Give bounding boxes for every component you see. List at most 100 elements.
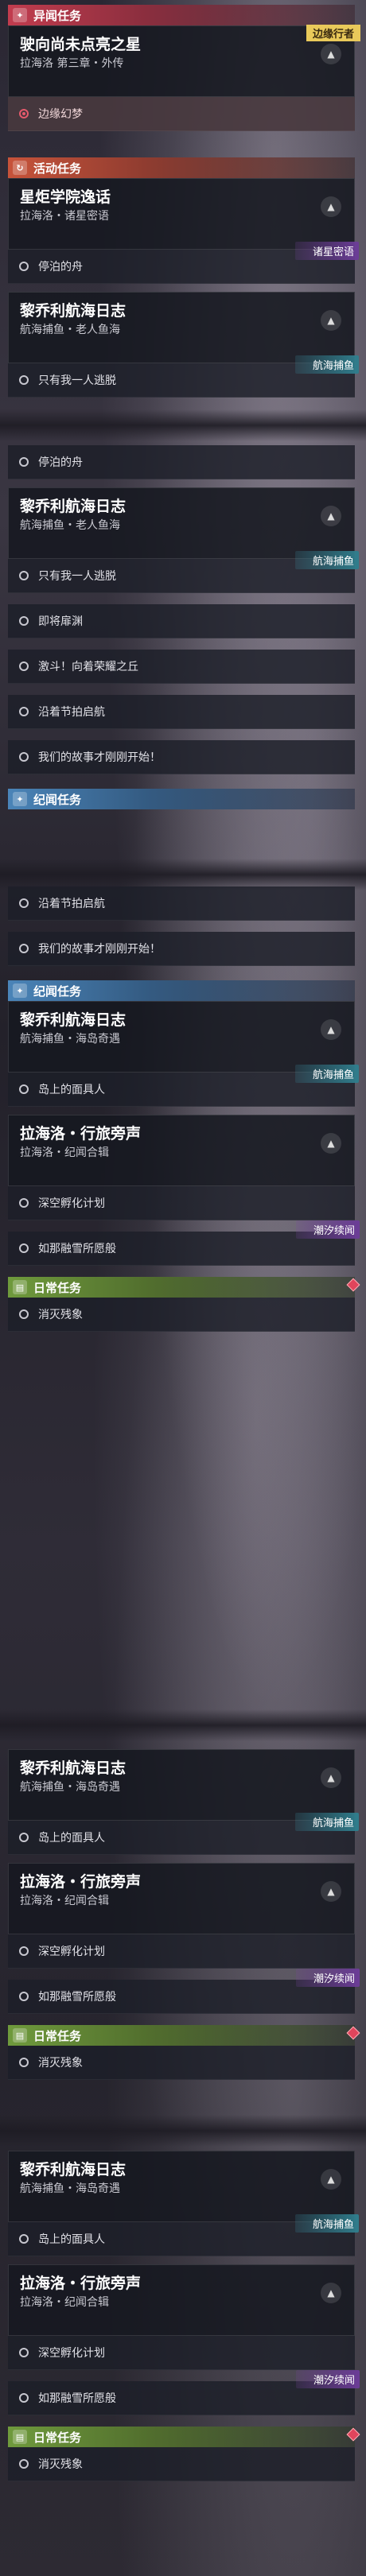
quest-card-liqiao2[interactable]: 黎乔利航海日志 航海捕鱼・海岛奇遇 ▲ 航海捕鱼	[8, 2151, 359, 2233]
quest-tag: 边缘行者	[306, 25, 360, 41]
divider	[0, 1709, 366, 1741]
quest-subtitle: 航海捕鱼・海岛奇遇	[20, 1033, 120, 1046]
radio-icon	[19, 1198, 29, 1208]
chevron-up-icon[interactable]: ▲	[321, 1767, 341, 1788]
quest-item[interactable]: 如那融雪所愿般 潮汐续闻	[8, 1969, 360, 2014]
quest-card-xingju[interactable]: 星炬学院逸话 拉海洛・诸星密语 ▲ 诸星密语	[8, 178, 359, 260]
chevron-up-icon[interactable]: ▲	[321, 2283, 341, 2303]
quest-card-lahai[interactable]: 拉海洛・行旅旁声 拉海洛・纪闻合辑 ▲	[8, 2264, 355, 2336]
section-header-huodong[interactable]: ↻ 活动任务	[8, 157, 355, 178]
quest-item[interactable]: 消灭残象	[8, 1298, 355, 1332]
quest-item[interactable]: 深空孵化计划	[8, 1186, 355, 1220]
quest-item-label: 即将扉渊	[38, 615, 83, 628]
quest-item[interactable]: 深空孵化计划	[8, 2336, 355, 2370]
calendar-icon: ▤	[13, 2430, 27, 2444]
quest-item[interactable]: 沿着节拍启航	[8, 695, 355, 729]
quest-item-label: 只有我一人逃脱	[38, 374, 116, 387]
chevron-up-icon[interactable]: ▲	[321, 1133, 341, 1154]
quest-title: 黎乔利航海日志	[20, 302, 127, 320]
chevron-up-icon[interactable]: ▲	[321, 44, 341, 64]
section-title: 日常任务	[33, 1280, 82, 1295]
quest-item-label: 我们的故事才刚刚开始！	[38, 943, 161, 956]
radio-icon	[19, 898, 29, 908]
quest-item[interactable]: 边缘幻梦	[8, 97, 355, 131]
chevron-up-icon[interactable]: ▲	[321, 506, 341, 526]
quest-card-liqiao2[interactable]: 黎乔利航海日志 航海捕鱼・海岛奇遇 ▲ 航海捕鱼	[8, 1749, 359, 1831]
quest-subtitle: 拉海洛・纪闻合辑	[20, 1146, 109, 1159]
quest-card-lahai[interactable]: 拉海洛・行旅旁声 拉海洛・纪闻合辑 ▲	[8, 1863, 355, 1934]
quest-title: 黎乔利航海日志	[20, 2161, 127, 2178]
quest-item-label: 深空孵化计划	[38, 2347, 105, 2360]
quest-item-label: 岛上的面具人	[38, 1832, 105, 1845]
divider	[0, 2115, 366, 2147]
quest-item[interactable]: 如那融雪所愿般 潮汐续闻	[8, 2370, 360, 2415]
radio-icon	[19, 1084, 29, 1094]
quest-item[interactable]: 停泊的舟	[8, 445, 355, 479]
radio-icon	[19, 752, 29, 762]
quest-item[interactable]: 我们的故事才刚刚开始！	[8, 740, 355, 774]
quest-item[interactable]: 消灭残象	[8, 2447, 355, 2481]
chevron-up-icon[interactable]: ▲	[321, 1881, 341, 1902]
quest-item-label: 岛上的面具人	[38, 1084, 105, 1096]
quest-item-label: 沿着节拍启航	[38, 898, 105, 910]
quest-item-label: 边缘幻梦	[38, 108, 83, 121]
quest-type-icon: ✦	[13, 8, 27, 22]
quest-item-label: 深空孵化计划	[38, 1197, 105, 1210]
quest-item-label: 消灭残象	[38, 2057, 83, 2070]
chevron-up-icon[interactable]: ▲	[321, 2169, 341, 2190]
radio-icon	[19, 1833, 29, 1842]
radio-icon	[19, 616, 29, 626]
quest-item-label: 如那融雪所愿般	[38, 1243, 116, 1255]
calendar-icon: ▤	[13, 2028, 27, 2043]
section-title: 纪闻任务	[33, 983, 82, 999]
quest-title: 拉海洛・行旅旁声	[20, 1125, 142, 1143]
quest-card-lahai[interactable]: 拉海洛・行旅旁声 拉海洛・纪闻合辑 ▲	[8, 1115, 355, 1186]
quest-card-liqiao[interactable]: 黎乔利航海日志 航海捕鱼・老人鱼海 ▲ 航海捕鱼	[8, 292, 359, 374]
section-title: 异闻任务	[33, 8, 82, 23]
section-title: 活动任务	[33, 161, 82, 176]
chevron-up-icon[interactable]: ▲	[321, 1019, 341, 1040]
section-header-richang[interactable]: ▤ 日常任务	[8, 2427, 360, 2447]
quest-tag: 航海捕鱼	[294, 2214, 359, 2233]
quest-subtitle: 航海捕鱼・老人鱼海	[20, 519, 120, 532]
quest-card-liqiao2[interactable]: 黎乔利航海日志 航海捕鱼・海岛奇遇 ▲ 航海捕鱼	[8, 1001, 359, 1083]
section-header-yiwen[interactable]: ✦ 异闻任务	[8, 5, 355, 25]
quest-item-label: 消灭残象	[38, 2458, 83, 2471]
section-header-jiwen[interactable]: ✦ 纪闻任务	[8, 789, 355, 809]
quest-item-label: 如那融雪所愿般	[38, 1991, 116, 2004]
section-header-jiwen[interactable]: ✦ 纪闻任务	[8, 980, 355, 1001]
quest-title: 驶向尚未点亮之星	[20, 36, 142, 53]
chevron-up-icon[interactable]: ▲	[321, 310, 341, 331]
section-header-richang[interactable]: ▤ 日常任务	[8, 1277, 360, 1298]
quest-tag: 诸星密语	[294, 242, 359, 260]
quest-item[interactable]: 沿着节拍启航	[8, 886, 355, 921]
quest-item[interactable]: 我们的故事才刚刚开始！	[8, 932, 355, 966]
quest-item[interactable]: 消灭残象	[8, 2046, 355, 2080]
quest-item[interactable]: 即将扉渊	[8, 604, 355, 638]
quest-list-repeat-1: 停泊的舟 黎乔利航海日志 航海捕鱼・老人鱼海 ▲ 航海捕鱼 只有我一人逃脱 即将…	[8, 445, 359, 809]
quest-list-repeat-2: 沿着节拍启航 我们的故事才刚刚开始！ ✦ 纪闻任务 黎乔利航海日志 航海捕鱼・海…	[8, 886, 360, 1332]
quest-item[interactable]: 深空孵化计划	[8, 1934, 355, 1969]
quest-item-label: 停泊的舟	[38, 456, 83, 469]
divider	[0, 409, 366, 441]
radio-icon	[19, 1946, 29, 1956]
divider	[0, 859, 366, 890]
star-icon: ✦	[13, 983, 27, 998]
section-title: 纪闻任务	[33, 792, 82, 807]
quest-subtitle: 航海捕鱼・老人鱼海	[20, 324, 120, 336]
quest-item[interactable]: 激斗！向着荣耀之丘	[8, 650, 355, 684]
radio-icon	[19, 571, 29, 580]
quest-card-liqiao[interactable]: 黎乔利航海日志 航海捕鱼・老人鱼海 ▲ 航海捕鱼	[8, 487, 359, 569]
calendar-icon: ▤	[13, 1280, 27, 1294]
radio-icon	[19, 2459, 29, 2469]
radio-icon	[19, 1309, 29, 1319]
radio-icon	[19, 2393, 29, 2403]
diamond-icon	[346, 1278, 360, 1292]
quest-item[interactable]: 如那融雪所愿般 潮汐续闻	[8, 1220, 360, 1266]
quest-tag: 潮汐续闻	[295, 1220, 360, 1239]
section-header-richang[interactable]: ▤ 日常任务	[8, 2025, 360, 2046]
event-icon: ↻	[13, 161, 27, 175]
chevron-up-icon[interactable]: ▲	[321, 196, 341, 217]
quest-card-liuxing[interactable]: 驶向尚未点亮之星 拉海洛 第三章・外传 ▲ 边缘行者	[8, 25, 360, 97]
quest-section-huodong: ↻ 活动任务 星炬学院逸话 拉海洛・诸星密语 ▲ 诸星密语 停泊的舟 黎乔利航海…	[8, 157, 359, 398]
